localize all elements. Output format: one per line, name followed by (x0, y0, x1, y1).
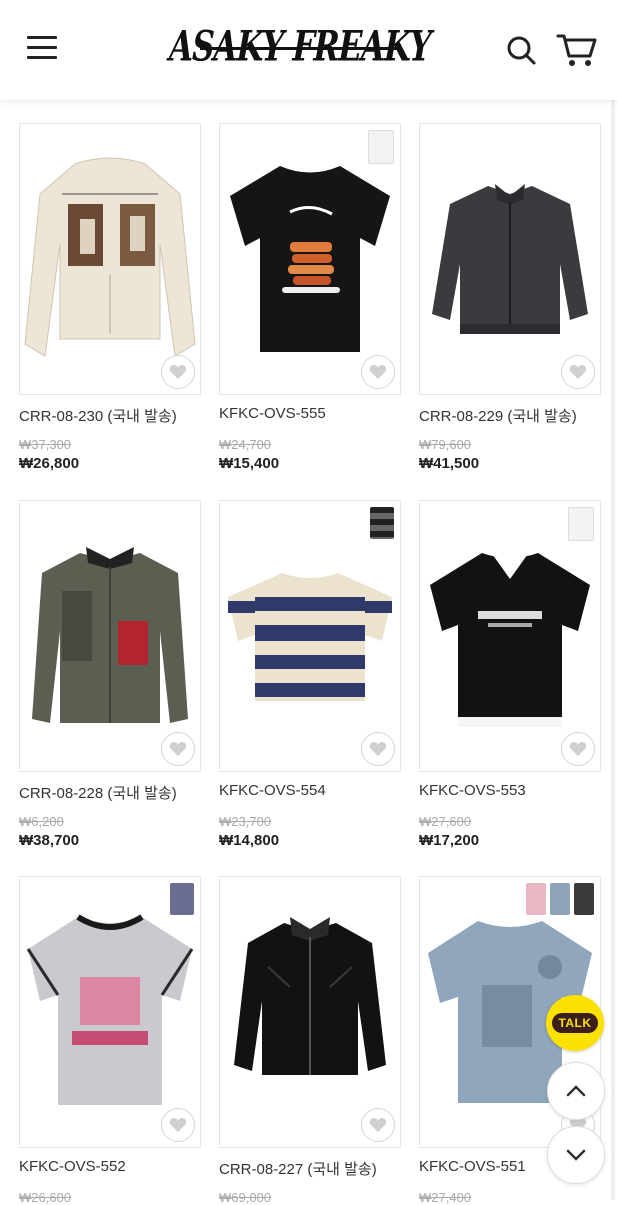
wishlist-button[interactable] (161, 732, 195, 766)
sale-price: ₩38,700 (19, 832, 80, 849)
sale-price: ₩26,800 (19, 455, 80, 472)
color-swatch-white[interactable] (568, 507, 594, 541)
color-swatch-blue[interactable] (550, 883, 570, 915)
color-swatches (568, 507, 594, 541)
original-price: ₩26,600 (19, 1190, 72, 1205)
product-name[interactable]: CRR-08-229 (국내 발송) (419, 405, 609, 426)
sale-price: ₩15,400 (219, 455, 280, 472)
menu-icon-bar (27, 46, 57, 49)
color-swatches (368, 130, 394, 164)
color-swatches (170, 883, 194, 915)
product-name[interactable]: CRR-08-227 (국내 발송) (219, 1158, 409, 1179)
original-price: ₩79,600 (419, 437, 472, 452)
product-image[interactable] (219, 876, 401, 1148)
menu-button[interactable] (22, 30, 62, 66)
jacket-image (32, 547, 188, 723)
product-name[interactable]: KFKC-OVS-555 (219, 405, 409, 422)
product-image[interactable] (19, 123, 201, 395)
heart-icon (169, 742, 187, 756)
cart-button[interactable] (552, 28, 600, 70)
original-price: ₩24,700 (219, 437, 272, 452)
color-swatch-pink[interactable] (526, 883, 546, 915)
product-name[interactable]: CRR-08-230 (국내 발송) (19, 405, 209, 426)
tshirt-image (230, 166, 390, 352)
product-image[interactable] (219, 500, 401, 772)
product-name[interactable]: KFKC-OVS-554 (219, 782, 409, 799)
heart-icon (169, 365, 187, 379)
product-name[interactable]: CRR-08-228 (국내 발송) (19, 782, 209, 803)
original-price: ₩37,300 (19, 437, 72, 452)
product-image[interactable] (19, 500, 201, 772)
talk-label: TALK (552, 1013, 598, 1033)
product-image[interactable] (419, 500, 601, 772)
color-swatch-white[interactable] (368, 130, 394, 164)
heart-icon (569, 365, 587, 379)
kakao-talk-button[interactable]: TALK (546, 995, 604, 1051)
wishlist-button[interactable] (561, 732, 595, 766)
original-price: ₩27,400 (419, 1190, 472, 1205)
scrollbar[interactable] (611, 100, 615, 1200)
striped-tshirt-image (228, 573, 392, 701)
color-swatches (370, 507, 394, 539)
product-image[interactable] (19, 876, 201, 1148)
jacket-image (432, 184, 588, 334)
color-swatches (526, 883, 594, 915)
search-button[interactable] (500, 30, 540, 70)
menu-icon-bar (27, 36, 57, 39)
product-image[interactable] (419, 123, 601, 395)
cart-icon (556, 34, 597, 66)
original-price: ₩27,600 (419, 814, 472, 829)
site-header: ASAKY FREAKY (0, 0, 618, 100)
heart-icon (369, 1118, 387, 1132)
original-price: ₩23,700 (219, 814, 272, 829)
wishlist-button[interactable] (161, 1108, 195, 1142)
color-swatch-blue[interactable] (170, 883, 194, 915)
logo-underline (200, 47, 400, 50)
heart-icon (569, 742, 587, 756)
wishlist-button[interactable] (161, 355, 195, 389)
brand-logo[interactable]: ASAKY FREAKY (165, 14, 435, 80)
original-price: ₩69,000 (219, 1190, 272, 1205)
product-image[interactable] (219, 123, 401, 395)
heart-icon (169, 1118, 187, 1132)
wishlist-button[interactable] (561, 355, 595, 389)
tshirt-image (430, 551, 590, 727)
wishlist-button[interactable] (361, 732, 395, 766)
sale-price: ₩17,200 (419, 832, 480, 849)
leather-jacket-image (234, 917, 386, 1075)
chevron-up-icon (566, 1085, 586, 1097)
product-name[interactable]: KFKC-OVS-553 (419, 782, 609, 799)
heart-icon (369, 365, 387, 379)
color-swatch-black-stripe[interactable] (370, 507, 394, 539)
scroll-top-button[interactable] (547, 1062, 605, 1120)
original-price: ₩6,200 (19, 814, 64, 829)
wishlist-button[interactable] (361, 355, 395, 389)
color-swatch-black[interactable] (574, 883, 594, 915)
sale-price: ₩14,800 (219, 832, 280, 849)
sweater-image (24, 157, 196, 357)
heart-icon (369, 742, 387, 756)
menu-icon-bar (27, 56, 57, 59)
search-icon (507, 36, 536, 65)
jersey-image (26, 914, 194, 1105)
wishlist-button[interactable] (361, 1108, 395, 1142)
product-name[interactable]: KFKC-OVS-552 (19, 1158, 209, 1175)
scroll-bottom-button[interactable] (547, 1126, 605, 1184)
chevron-down-icon (566, 1149, 586, 1161)
sale-price: ₩41,500 (419, 455, 480, 472)
